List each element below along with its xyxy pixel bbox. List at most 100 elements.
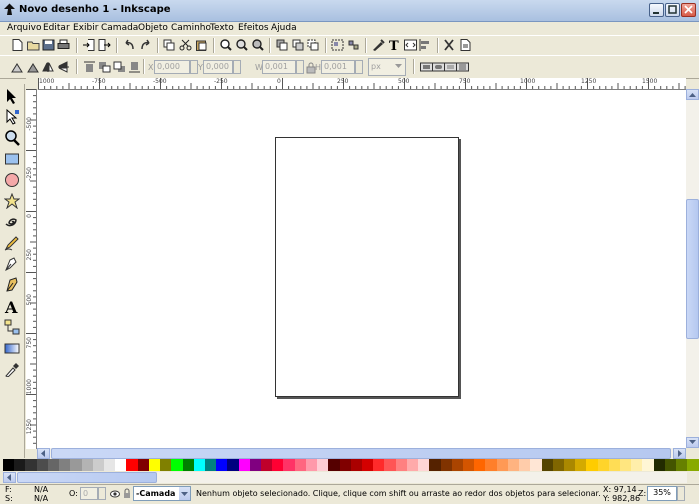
color-swatch[interactable] xyxy=(148,459,161,471)
rotate-cw-icon[interactable] xyxy=(27,61,40,73)
spiral-tool-icon[interactable] xyxy=(4,214,20,230)
ellipse-tool-icon[interactable] xyxy=(4,172,20,188)
opacity-spinner[interactable] xyxy=(98,487,106,500)
group-icon[interactable] xyxy=(331,39,344,51)
color-swatch[interactable] xyxy=(485,459,497,471)
layer-dropdown-button[interactable] xyxy=(179,487,190,500)
color-swatch[interactable] xyxy=(238,459,250,471)
color-swatch[interactable] xyxy=(586,459,598,471)
node-tool-icon[interactable] xyxy=(4,109,20,125)
unlink-clone-icon[interactable] xyxy=(307,39,320,51)
undo-icon[interactable] xyxy=(123,39,136,51)
redo-icon[interactable] xyxy=(139,39,152,51)
color-swatch[interactable] xyxy=(14,459,26,471)
connector-tool-icon[interactable] xyxy=(4,319,20,335)
scroll-down-button[interactable] xyxy=(686,437,699,448)
text-tool-icon[interactable]: A xyxy=(4,298,20,314)
xml-editor-icon[interactable] xyxy=(404,39,417,51)
rotate-ccw-icon[interactable] xyxy=(11,61,24,73)
calligraphy-tool-icon[interactable] xyxy=(4,277,20,293)
maximize-button[interactable] xyxy=(665,3,680,17)
pen-tool-icon[interactable] xyxy=(4,256,20,272)
color-swatch[interactable] xyxy=(350,459,362,471)
color-swatch[interactable] xyxy=(631,459,643,471)
drawing-canvas[interactable] xyxy=(37,90,686,448)
color-swatch[interactable] xyxy=(126,459,138,471)
page-border[interactable] xyxy=(275,137,459,397)
color-swatch[interactable] xyxy=(418,459,430,471)
color-swatch[interactable] xyxy=(620,459,632,471)
opacity-input[interactable]: 0 xyxy=(80,487,98,500)
color-swatch[interactable] xyxy=(70,459,82,471)
color-swatch[interactable] xyxy=(362,459,374,471)
color-swatch[interactable] xyxy=(160,459,172,471)
color-swatch[interactable] xyxy=(384,459,396,471)
color-swatch[interactable] xyxy=(36,459,48,471)
minimize-button[interactable] xyxy=(649,3,664,17)
color-swatch[interactable] xyxy=(406,459,419,471)
clone-icon[interactable] xyxy=(292,39,305,51)
color-swatch[interactable] xyxy=(474,459,486,471)
stroke-value[interactable]: N/A xyxy=(34,494,48,503)
color-swatch[interactable] xyxy=(305,459,318,471)
raise-to-top-icon[interactable] xyxy=(83,61,96,73)
print-icon[interactable] xyxy=(57,39,70,51)
horizontal-scroll-thumb[interactable] xyxy=(51,448,671,459)
menu-camada[interactable]: Camada xyxy=(101,23,138,33)
cut-icon[interactable] xyxy=(179,39,192,51)
color-swatch[interactable] xyxy=(429,459,441,471)
fill-stroke-icon[interactable] xyxy=(372,39,385,51)
scroll-right-button[interactable] xyxy=(673,448,686,459)
paste-icon[interactable] xyxy=(195,39,208,51)
menu-arquivo[interactable]: Arquivo xyxy=(7,23,41,33)
color-swatch[interactable] xyxy=(496,459,508,471)
zoom-tool-icon[interactable] xyxy=(4,130,20,146)
save-icon[interactable] xyxy=(42,39,55,51)
color-swatch[interactable] xyxy=(261,459,273,471)
color-swatch[interactable] xyxy=(272,459,284,471)
layer-select[interactable]: -Camada 1 xyxy=(133,486,191,501)
color-swatch[interactable] xyxy=(597,459,609,471)
color-swatch[interactable] xyxy=(81,459,93,471)
color-swatch[interactable] xyxy=(193,459,205,471)
y-spinner[interactable] xyxy=(233,60,241,74)
palette-scroll-thumb[interactable] xyxy=(17,472,157,483)
w-input[interactable]: 0,001 xyxy=(262,60,296,74)
color-swatch[interactable] xyxy=(608,459,621,471)
palette-scrollbar[interactable] xyxy=(3,472,687,483)
y-input[interactable]: 0,000 xyxy=(203,60,233,74)
scroll-left-button[interactable] xyxy=(37,448,50,459)
color-swatch[interactable] xyxy=(676,459,688,471)
x-spinner[interactable] xyxy=(190,60,198,74)
pencil-tool-icon[interactable] xyxy=(4,235,20,251)
color-swatch[interactable] xyxy=(294,459,306,471)
color-swatch[interactable] xyxy=(25,459,37,471)
color-swatch[interactable] xyxy=(47,459,60,471)
color-swatch[interactable] xyxy=(92,459,104,471)
x-input[interactable]: 0,000 xyxy=(154,60,190,74)
import-icon[interactable] xyxy=(83,39,96,51)
duplicate-icon[interactable] xyxy=(276,39,289,51)
color-swatch[interactable] xyxy=(440,459,452,471)
lock-icon[interactable] xyxy=(123,488,131,499)
horizontal-ruler[interactable]: 1000 -750 -500 -250 0 250 500 750 1000 1… xyxy=(38,78,686,90)
preferences-icon[interactable] xyxy=(443,39,456,51)
w-spinner[interactable] xyxy=(296,60,304,74)
color-swatch[interactable] xyxy=(59,459,71,471)
color-swatch[interactable] xyxy=(103,459,116,471)
color-swatch[interactable] xyxy=(328,459,340,471)
color-swatch[interactable] xyxy=(575,459,587,471)
menu-exibir[interactable]: Exibir xyxy=(73,23,98,33)
zoom-selection-icon[interactable] xyxy=(219,39,232,51)
color-swatch[interactable] xyxy=(687,459,699,471)
menu-editar[interactable]: Editar xyxy=(43,23,70,33)
lower-icon[interactable] xyxy=(113,61,126,73)
color-swatch[interactable] xyxy=(204,459,217,471)
rectangle-tool-icon[interactable] xyxy=(4,151,20,167)
color-swatch[interactable] xyxy=(530,459,542,471)
flip-vertical-icon[interactable] xyxy=(57,61,70,73)
color-swatch[interactable] xyxy=(653,459,665,471)
fill-value[interactable]: N/A xyxy=(34,485,48,494)
scroll-up-button[interactable] xyxy=(686,89,699,100)
text-font-icon[interactable]: T xyxy=(388,39,401,51)
